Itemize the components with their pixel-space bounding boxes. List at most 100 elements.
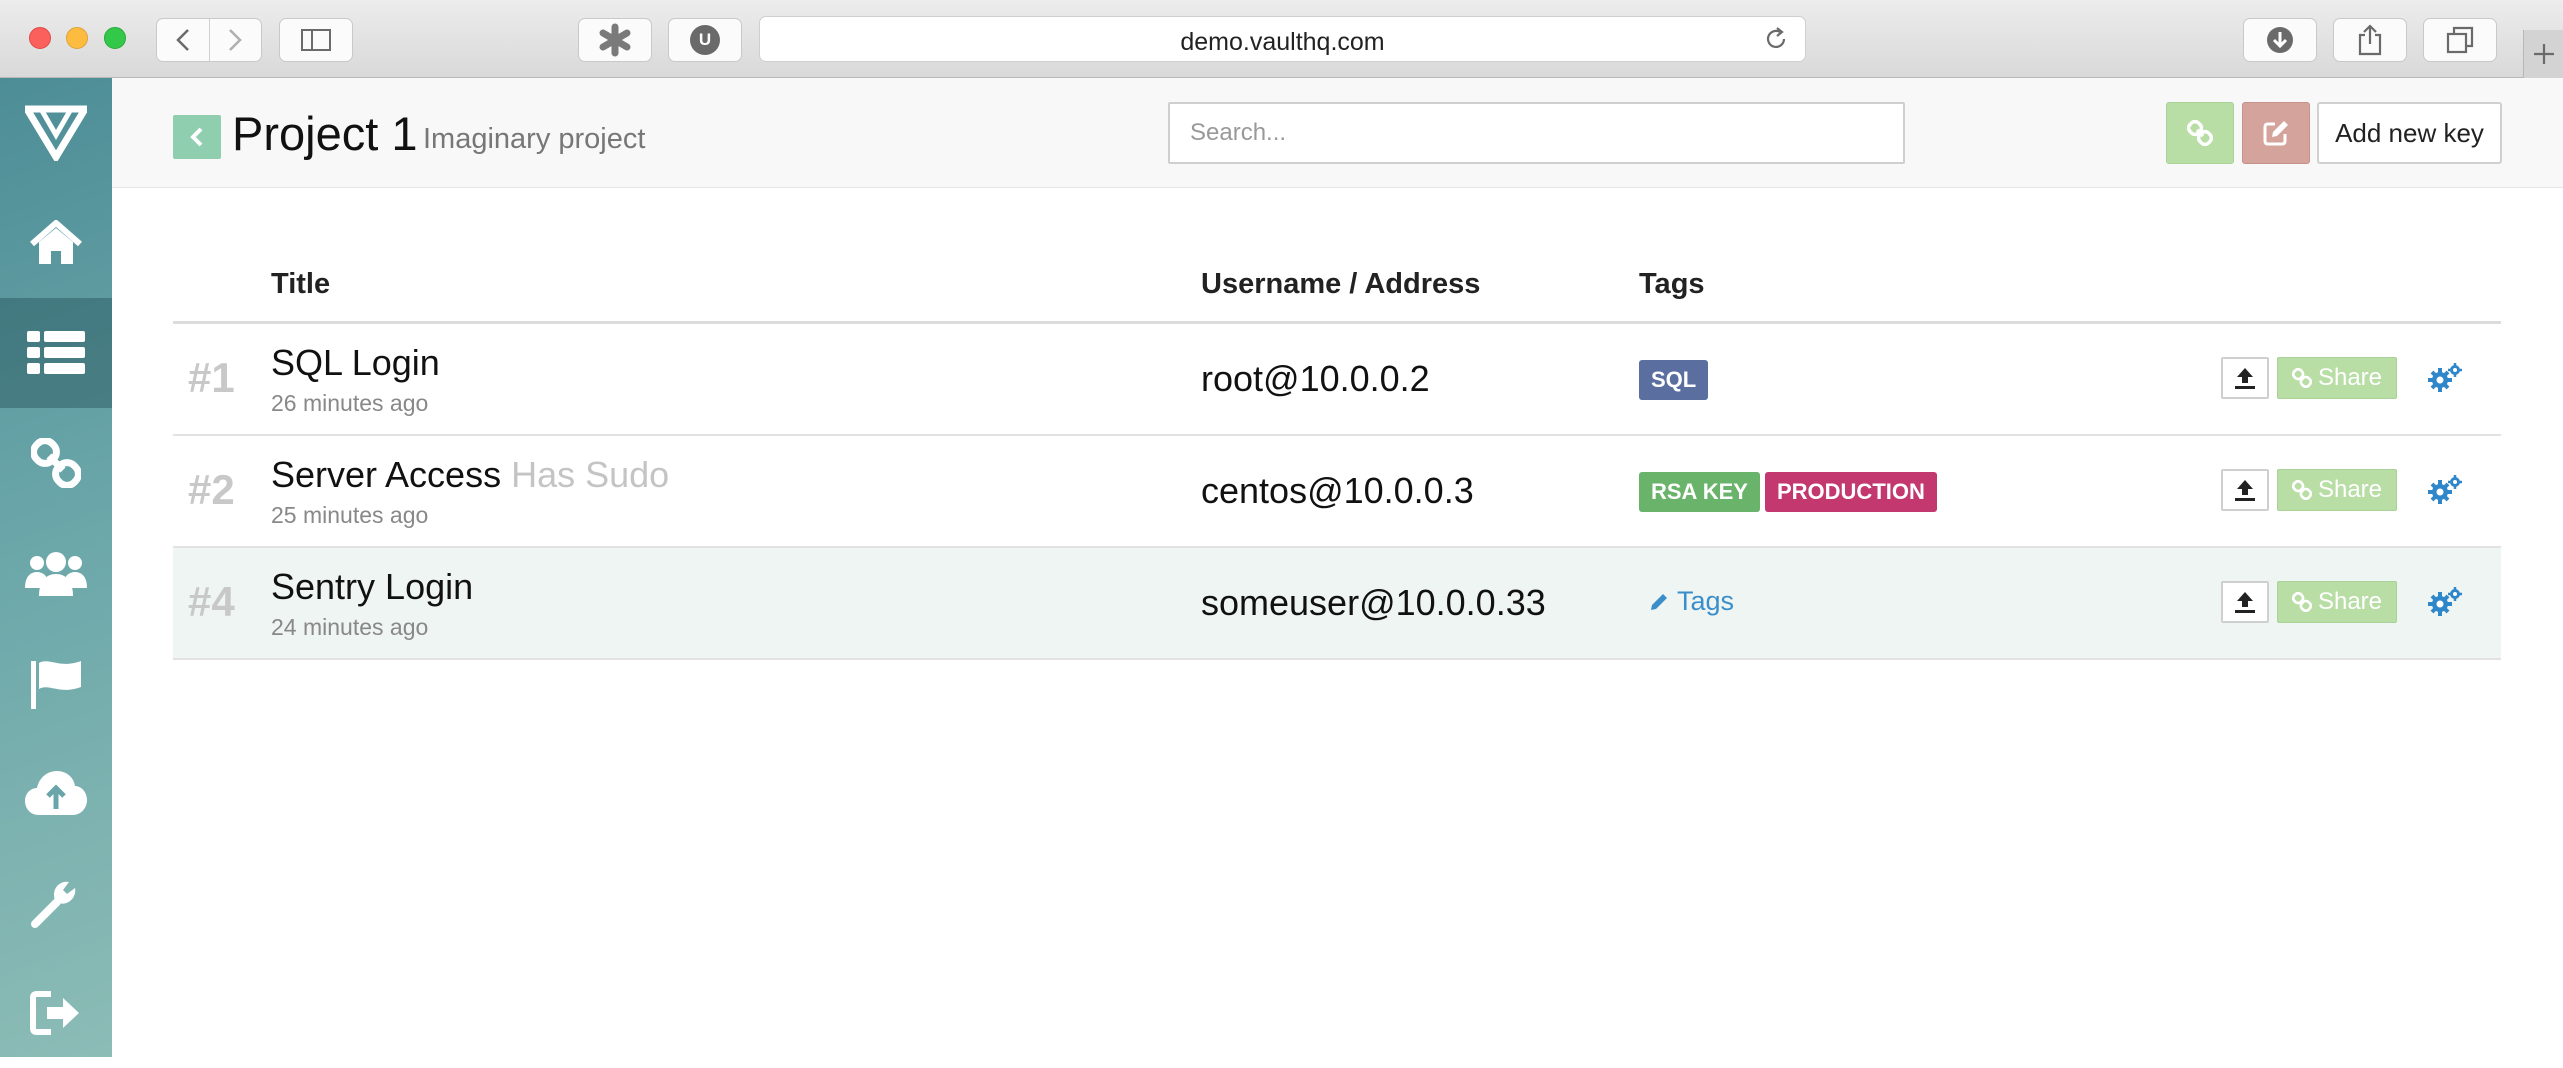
key-settings-button[interactable] xyxy=(2425,472,2465,508)
list-icon xyxy=(27,331,85,374)
row-number: #2 xyxy=(188,466,235,513)
users-icon xyxy=(25,552,87,596)
upload-icon xyxy=(2235,368,2255,389)
puzzle-asterisk-icon xyxy=(599,23,631,57)
edit-tags-link[interactable]: Tags xyxy=(1649,586,1734,617)
reload-icon[interactable] xyxy=(1763,26,1789,52)
back-button[interactable] xyxy=(173,115,221,159)
table-row[interactable]: #1 SQL Login 26 minutes ago root@10.0.0.… xyxy=(173,324,2501,436)
minimize-window-button[interactable] xyxy=(66,27,88,49)
cloud-upload-icon xyxy=(25,771,87,815)
share-page-button[interactable] xyxy=(2333,18,2407,62)
link-icon xyxy=(31,438,81,488)
download-icon xyxy=(2267,27,2293,53)
downloads-button[interactable] xyxy=(2243,18,2317,62)
share-label: Share xyxy=(2317,588,2383,615)
tag-badge[interactable]: SQL xyxy=(1639,360,1709,400)
share-label: Share xyxy=(2317,476,2383,503)
sidebar-item-upload[interactable] xyxy=(0,738,112,848)
address-bar[interactable]: demo.vaulthq.com xyxy=(759,16,1806,62)
share-key-button[interactable]: Share xyxy=(2277,469,2397,511)
home-icon xyxy=(30,220,82,264)
sidebar-item-home[interactable] xyxy=(0,188,112,298)
link-icon xyxy=(2291,592,2312,612)
key-username: root@10.0.0.2 xyxy=(1201,358,1430,399)
tabs-overview-button[interactable] xyxy=(2423,18,2497,62)
column-header-tags: Tags xyxy=(1639,268,1705,300)
url-text: demo.vaulthq.com xyxy=(1180,28,1385,56)
chevron-left-icon xyxy=(176,29,189,51)
link-project-button[interactable] xyxy=(2166,102,2234,164)
new-tab-button[interactable] xyxy=(2523,30,2563,78)
key-timestamp: 24 minutes ago xyxy=(271,614,429,640)
extension-button-2[interactable]: U xyxy=(668,18,742,62)
table-row[interactable]: #2 Server Access Has Sudo 25 minutes ago… xyxy=(173,436,2501,548)
plus-icon xyxy=(2533,44,2554,64)
upload-icon xyxy=(2235,480,2255,501)
sidebar-item-users[interactable] xyxy=(0,518,112,628)
app-sidebar xyxy=(0,78,112,1057)
sidebar-toggle-button[interactable] xyxy=(279,18,353,62)
sign-out-icon xyxy=(30,991,79,1035)
sidebar-item-logout[interactable] xyxy=(0,958,112,1068)
edit-icon xyxy=(2263,121,2288,146)
tag-list: RSA KEY PRODUCTION xyxy=(1639,472,1937,512)
share-icon xyxy=(2358,24,2382,56)
forward-nav-button[interactable] xyxy=(208,19,261,61)
ublock-icon: U xyxy=(690,25,720,55)
page-subtitle: Imaginary project xyxy=(423,123,646,155)
edit-project-button[interactable] xyxy=(2242,102,2310,164)
gears-icon xyxy=(2428,587,2462,616)
upload-icon xyxy=(2235,592,2255,613)
export-key-button[interactable] xyxy=(2221,581,2269,623)
sidebar-item-links[interactable] xyxy=(0,408,112,518)
row-number: #1 xyxy=(188,354,235,401)
add-new-key-button[interactable]: Add new key xyxy=(2317,102,2502,164)
key-timestamp: 26 minutes ago xyxy=(271,390,429,416)
sidebar-item-settings[interactable] xyxy=(0,848,112,958)
close-window-button[interactable] xyxy=(29,27,51,49)
chevron-left-icon xyxy=(190,127,203,147)
export-key-button[interactable] xyxy=(2221,357,2269,399)
key-settings-button[interactable] xyxy=(2425,584,2465,620)
key-settings-button[interactable] xyxy=(2425,360,2465,396)
edit-tags-label: Tags xyxy=(1677,586,1735,616)
gears-icon xyxy=(2428,363,2462,392)
flag-icon xyxy=(31,661,81,709)
zoom-window-button[interactable] xyxy=(104,27,126,49)
key-username: someuser@10.0.0.33 xyxy=(1201,582,1546,623)
key-title-extra: Has Sudo xyxy=(511,454,670,495)
sidebar-item-projects[interactable] xyxy=(0,298,112,408)
key-timestamp: 25 minutes ago xyxy=(271,502,429,528)
tag-badge[interactable]: PRODUCTION xyxy=(1764,472,1937,512)
sidebar-item-flags[interactable] xyxy=(0,628,112,738)
key-title-text: Server Access xyxy=(271,454,502,495)
key-title[interactable]: Server Access Has Sudo xyxy=(271,454,669,496)
share-key-button[interactable]: Share xyxy=(2277,357,2397,399)
table-row[interactable]: #4 Sentry Login 24 minutes ago someuser@… xyxy=(173,548,2501,660)
export-key-button[interactable] xyxy=(2221,469,2269,511)
link-icon xyxy=(2291,368,2312,388)
page-title: Project 1 xyxy=(232,107,418,160)
keys-table: Title Username / Address Tags #1 SQL Log… xyxy=(173,244,2501,660)
table-header: Title Username / Address Tags xyxy=(173,244,2501,324)
key-title[interactable]: SQL Login xyxy=(271,342,440,384)
wrench-icon xyxy=(31,881,76,928)
extension-button-1[interactable] xyxy=(578,18,652,62)
key-title-text: Sentry Login xyxy=(271,566,474,607)
column-header-title: Title xyxy=(271,268,331,300)
tag-badge[interactable]: RSA KEY xyxy=(1639,472,1760,512)
pencil-icon xyxy=(1651,593,1667,610)
column-header-username: Username / Address xyxy=(1201,268,1481,300)
app-logo[interactable] xyxy=(0,78,112,188)
back-nav-button[interactable] xyxy=(157,19,209,61)
key-title[interactable]: Sentry Login xyxy=(271,566,473,608)
key-title-text: SQL Login xyxy=(271,342,440,383)
share-key-button[interactable]: Share xyxy=(2277,581,2397,623)
sidebar-icon xyxy=(301,29,331,51)
tabs-icon xyxy=(2446,26,2474,54)
vault-logo-icon xyxy=(25,105,87,161)
search-input[interactable] xyxy=(1168,102,1905,164)
link-icon xyxy=(2291,480,2312,500)
tag-list: SQL xyxy=(1639,360,1709,400)
